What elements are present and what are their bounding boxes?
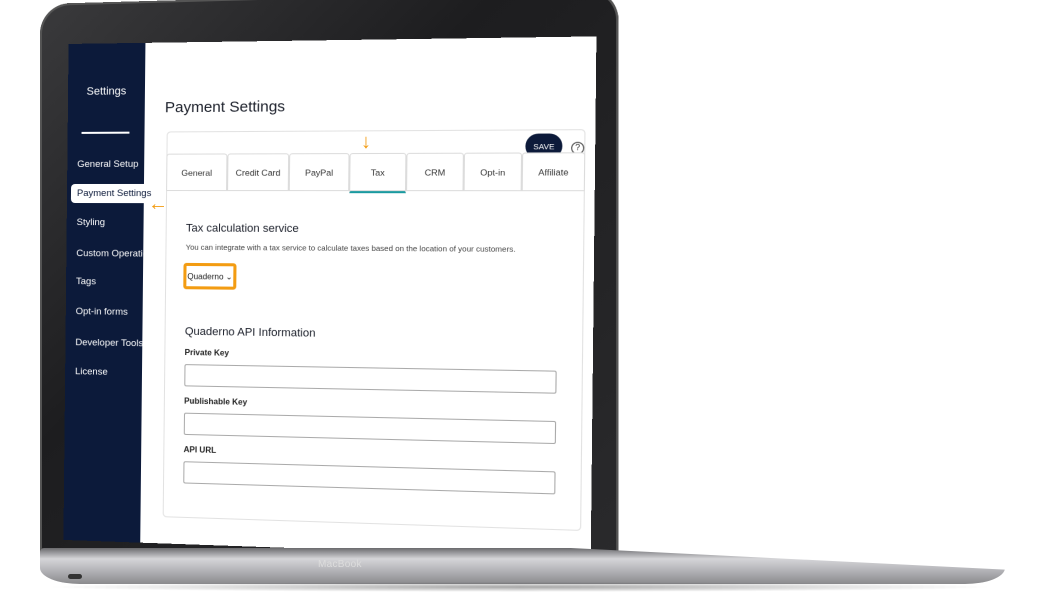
- sidebar-item-styling[interactable]: Styling: [77, 217, 105, 228]
- main-content: Payment Settings SAVE ? General Credit C…: [140, 36, 596, 558]
- chevron-down-icon: ⌄: [225, 271, 233, 282]
- sidebar-item-tags[interactable]: Tags: [76, 276, 96, 287]
- tab-tax[interactable]: Tax: [349, 152, 407, 194]
- tax-section-title: Tax calculation service: [185, 222, 299, 236]
- device-brand: MacBook: [318, 559, 362, 570]
- screen: Settings General Setup Payment Settings …: [63, 36, 597, 559]
- tab-crm[interactable]: CRM: [406, 152, 464, 192]
- sidebar-item-general-setup[interactable]: General Setup: [77, 159, 138, 170]
- api-url-label: API URL: [183, 445, 217, 455]
- tax-service-value: Quaderno: [187, 271, 224, 281]
- tab-general[interactable]: General: [166, 153, 228, 192]
- sidebar-item-license[interactable]: License: [75, 366, 108, 378]
- sidebar-divider: [81, 131, 130, 134]
- sidebar-item-developer-tools[interactable]: Developer Tools: [75, 337, 143, 349]
- page-title: Payment Settings: [164, 98, 286, 117]
- tab-affiliate[interactable]: Affiliate: [521, 152, 586, 192]
- laptop-shadow: [45, 582, 995, 592]
- sidebar-item-opt-in-forms[interactable]: Opt-in forms: [76, 306, 128, 318]
- private-key-label: Private Key: [184, 347, 230, 358]
- sidebar-title: Settings: [86, 85, 127, 98]
- tab-paypal[interactable]: PayPal: [288, 153, 350, 192]
- tabs-divider: [166, 190, 585, 192]
- arrow-left-icon: ←: [148, 193, 168, 215]
- tax-service-select[interactable]: Quaderno ⌄: [183, 262, 237, 290]
- usb-port: [68, 574, 82, 579]
- publishable-key-label: Publishable Key: [184, 396, 248, 407]
- sidebar: Settings General Setup Payment Settings …: [63, 42, 166, 543]
- arrow-down-icon: ↓: [361, 131, 371, 153]
- tab-credit-card[interactable]: Credit Card: [227, 153, 290, 192]
- laptop-base: [40, 548, 1005, 584]
- api-section-title: Quaderno API Information: [184, 325, 316, 340]
- tab-opt-in[interactable]: Opt-in: [463, 152, 523, 192]
